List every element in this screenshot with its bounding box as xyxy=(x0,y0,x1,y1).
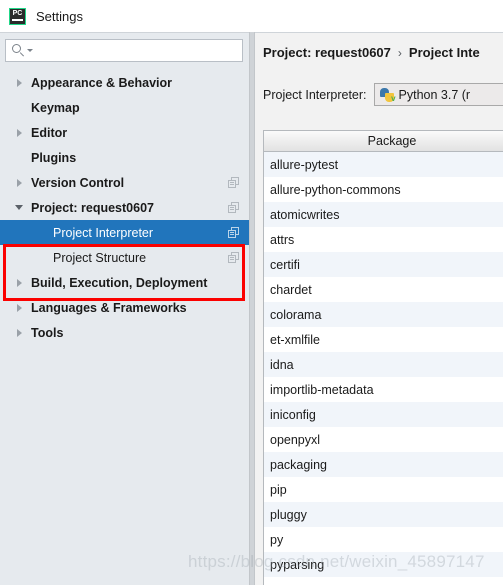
table-row[interactable]: pyparsing xyxy=(264,552,503,577)
package-table-body: allure-pytest allure-python-commons atomic… xyxy=(264,152,503,577)
search-icon xyxy=(12,44,25,57)
package-column-header[interactable]: Package xyxy=(264,131,503,152)
project-interpreter-value: Python 3.7 (r xyxy=(398,87,471,102)
chevron-right-icon[interactable] xyxy=(14,270,24,295)
package-name: iniconfig xyxy=(270,407,316,422)
package-name: importlib-metadata xyxy=(270,382,374,397)
python-icon: v xyxy=(380,87,396,103)
sidebar-item-label: Build, Execution, Deployment xyxy=(31,275,208,290)
table-row[interactable]: iniconfig xyxy=(264,402,503,427)
window-title: Settings xyxy=(36,8,83,24)
breadcrumb-separator-icon: › xyxy=(397,45,402,60)
project-interpreter-label: Project Interpreter: xyxy=(263,87,367,102)
table-row[interactable]: attrs xyxy=(264,227,503,252)
package-table: Package allure-pytest allure-python-commo… xyxy=(263,130,503,585)
sidebar-item-label: Project: request0607 xyxy=(31,200,154,215)
project-interpreter-combobox[interactable]: v Python 3.7 (r xyxy=(373,83,503,106)
sidebar-item-build-execution-deployment[interactable]: Build, Execution, Deployment xyxy=(0,270,249,295)
sidebar-item-languages-frameworks[interactable]: Languages & Frameworks xyxy=(0,295,249,320)
settings-detail-panel: Project: request0607 › Project Inte Proj… xyxy=(255,32,503,585)
title-bar: PC Settings xyxy=(0,0,503,32)
sidebar-item-plugins[interactable]: Plugins xyxy=(0,145,249,170)
package-name: chardet xyxy=(270,282,312,297)
sidebar-item-label: Keymap xyxy=(31,100,80,115)
copy-icon[interactable] xyxy=(228,226,240,239)
chevron-down-icon[interactable] xyxy=(14,195,24,220)
sidebar-item-label: Tools xyxy=(31,325,64,340)
sidebar-item-appearance-behavior[interactable]: Appearance & Behavior xyxy=(0,70,249,95)
settings-tree: Appearance & Behavior Keymap Editor Plugins… xyxy=(0,70,249,345)
chevron-right-icon[interactable] xyxy=(14,70,24,95)
package-name: atomicwrites xyxy=(270,207,340,222)
sidebar-item-project-structure[interactable]: Project Structure xyxy=(0,245,249,270)
search-input[interactable] xyxy=(33,41,242,60)
pycharm-logo-bar xyxy=(12,19,23,21)
search-field[interactable] xyxy=(5,39,243,62)
package-name: et-xmlfile xyxy=(270,332,321,347)
sidebar-item-keymap[interactable]: Keymap xyxy=(0,95,249,120)
table-row[interactable]: pluggy xyxy=(264,502,503,527)
package-name: attrs xyxy=(270,232,295,247)
sidebar-item-project-interpreter[interactable]: Project Interpreter xyxy=(0,220,249,245)
table-row[interactable]: chardet xyxy=(264,277,503,302)
table-row[interactable]: importlib-metadata xyxy=(264,377,503,402)
copy-icon[interactable] xyxy=(228,201,240,214)
sidebar-item-label: Project Interpreter xyxy=(53,225,154,240)
chevron-right-icon[interactable] xyxy=(14,170,24,195)
package-name: certifi xyxy=(270,257,300,272)
package-name: packaging xyxy=(270,457,327,472)
table-row[interactable]: allure-python-commons xyxy=(264,177,503,202)
table-row[interactable]: colorama xyxy=(264,302,503,327)
sidebar-item-label: Plugins xyxy=(31,150,77,165)
chevron-right-icon[interactable] xyxy=(14,320,24,345)
chevron-right-icon[interactable] xyxy=(14,295,24,320)
package-name: pluggy xyxy=(270,507,307,522)
table-row[interactable]: openpyxl xyxy=(264,427,503,452)
package-name: pip xyxy=(270,482,287,497)
table-row[interactable]: packaging xyxy=(264,452,503,477)
sidebar-item-label: Version Control xyxy=(31,175,125,190)
table-row[interactable]: pip xyxy=(264,477,503,502)
table-row[interactable]: et-xmlfile xyxy=(264,327,503,352)
package-name: idna xyxy=(270,357,294,372)
copy-icon[interactable] xyxy=(228,176,240,189)
table-row[interactable]: certifi xyxy=(264,252,503,277)
pycharm-logo-text: PC xyxy=(12,9,23,17)
breadcrumb-root[interactable]: Project: request0607 xyxy=(263,45,391,60)
project-interpreter-row: Project Interpreter: v Python 3.7 (r xyxy=(263,83,503,106)
table-row[interactable]: idna xyxy=(264,352,503,377)
copy-icon[interactable] xyxy=(228,251,240,264)
sidebar-item-label: Appearance & Behavior xyxy=(31,75,173,90)
table-row[interactable]: py xyxy=(264,527,503,552)
sidebar-item-project-request0607[interactable]: Project: request0607 xyxy=(0,195,249,220)
pycharm-pc-icon: PC xyxy=(9,7,26,25)
package-name: allure-python-commons xyxy=(270,182,401,197)
chevron-right-icon[interactable] xyxy=(14,120,24,145)
table-row[interactable]: allure-pytest xyxy=(264,152,503,177)
package-name: openpyxl xyxy=(270,432,321,447)
package-name: py xyxy=(270,532,284,547)
sidebar-item-version-control[interactable]: Version Control xyxy=(0,170,249,195)
sidebar-item-tools[interactable]: Tools xyxy=(0,320,249,345)
sidebar-item-label: Languages & Frameworks xyxy=(31,300,187,315)
package-name: allure-pytest xyxy=(270,157,339,172)
sidebar-item-label: Project Structure xyxy=(53,250,147,265)
breadcrumb: Project: request0607 › Project Inte xyxy=(263,45,480,60)
sidebar-item-editor[interactable]: Editor xyxy=(0,120,249,145)
table-row[interactable]: atomicwrites xyxy=(264,202,503,227)
sidebar-item-label: Editor xyxy=(31,125,68,140)
settings-dialog: PC Settings Appearance & Behavior Keymap E… xyxy=(0,0,503,585)
breadcrumb-leaf: Project Inte xyxy=(408,45,480,60)
settings-sidebar: Appearance & Behavior Keymap Editor Plugins… xyxy=(0,32,249,585)
package-name: pyparsing xyxy=(270,557,325,572)
package-name: colorama xyxy=(270,307,322,322)
